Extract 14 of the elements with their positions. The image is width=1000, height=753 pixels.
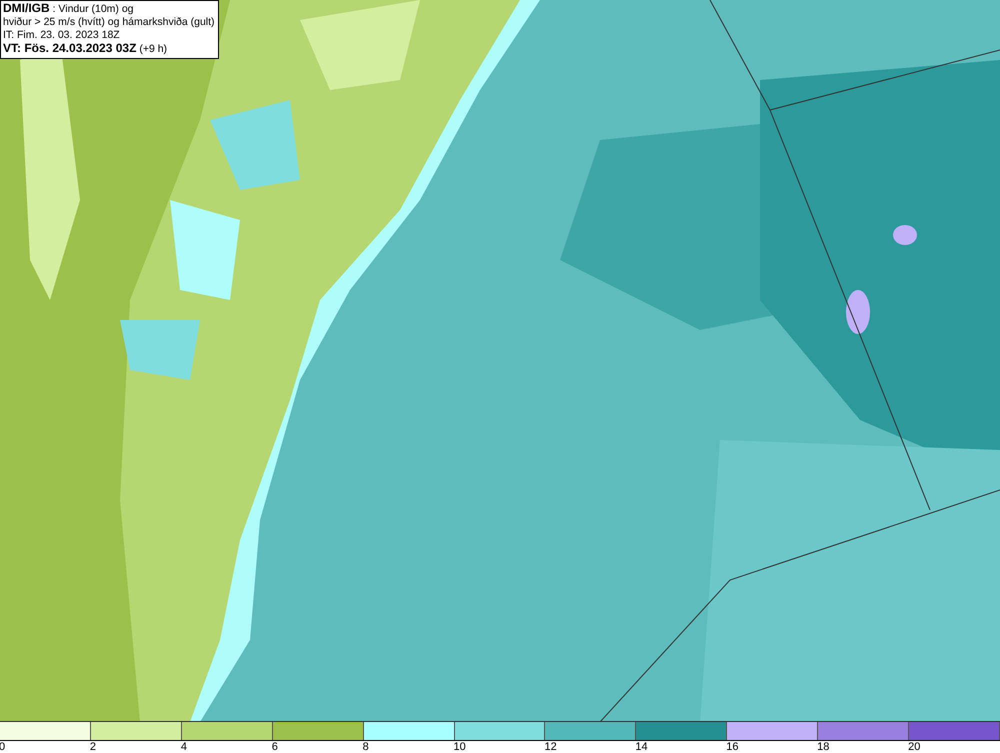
legend-tick-label: 16 — [726, 741, 739, 753]
legend-tick-label: 18 — [817, 741, 830, 753]
legend-tick-label: 12 — [544, 741, 557, 753]
legend-tick-label: 2 — [90, 741, 96, 753]
info-line: IT: Fim. 23. 03. 2023 18Z — [3, 29, 121, 42]
legend-tick-label: 14 — [635, 741, 648, 753]
legend-tick-label: 8 — [362, 741, 369, 753]
info-line: hviður > 25 m/s (hvítt) og hámarkshviða (gult) — [3, 16, 215, 29]
info-line: DMI/IGB : Vindur (10m) og — [3, 2, 135, 16]
legend-tick-label: 6 — [272, 741, 278, 753]
legend-tick-label: 10 — [454, 741, 466, 753]
legend-tick-label: 4 — [180, 741, 187, 753]
info-line: VT: Fös. 24.03.2023 03Z (+9 h) — [3, 42, 168, 56]
legend-tick-label: 20 — [908, 741, 920, 753]
